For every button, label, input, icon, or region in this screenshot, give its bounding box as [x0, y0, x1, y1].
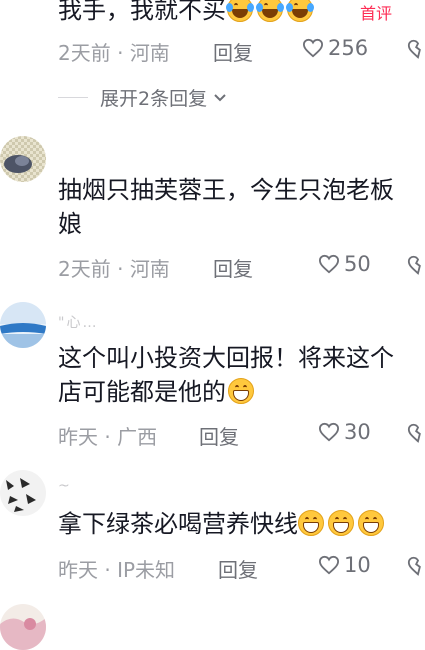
heart-icon [318, 254, 340, 274]
heart-icon [302, 38, 324, 58]
comment-location: 河南 [129, 257, 170, 281]
heart-icon [318, 422, 340, 442]
avatar[interactable] [0, 136, 46, 182]
comment-time: 2天前 [58, 257, 111, 281]
comment-text-line2: 店可能都是他的 [58, 374, 254, 410]
reply-button[interactable]: 回复 [213, 37, 253, 66]
reply-button[interactable]: 回复 [199, 421, 239, 450]
comment-location: 广西 [117, 425, 158, 449]
username[interactable]: "心… [58, 312, 98, 332]
grin-emoji [328, 510, 354, 536]
comment-meta: 昨天 · 广西 [58, 421, 157, 450]
first-comment-badge: 首评 [360, 4, 393, 23]
grin-emoji [298, 510, 324, 536]
comment-location: 河南 [129, 41, 170, 65]
dislike-icon[interactable] [407, 422, 425, 444]
like-count: 30 [344, 420, 371, 444]
laugh-cry-emoji [286, 0, 314, 22]
laugh-cry-emoji [226, 0, 254, 22]
reply-button[interactable]: 回复 [213, 253, 253, 282]
comment-time: 昨天 [58, 558, 98, 582]
grin-emoji [358, 510, 384, 536]
divider [58, 97, 88, 98]
comment-text-line1: 这个叫小投资大回报！将来这个 [58, 344, 394, 372]
expand-replies-label: 展开2条回复 [100, 88, 208, 110]
username[interactable]: ~ [58, 478, 72, 494]
chevron-down-icon [214, 93, 226, 101]
avatar-image [0, 470, 46, 516]
avatar[interactable] [0, 302, 46, 348]
comment-location: IP未知 [117, 558, 176, 582]
separator: · [104, 425, 111, 449]
comment-time: 2天前 [58, 41, 111, 65]
dislike-icon[interactable] [407, 254, 425, 276]
comment-meta: 昨天 · IP未知 [58, 554, 175, 583]
avatar-image [0, 604, 46, 650]
separator: · [117, 41, 124, 65]
avatar-image [0, 302, 46, 348]
comment-meta: 2天前 · 河南 [58, 37, 170, 66]
grin-emoji [228, 378, 254, 404]
separator: · [117, 257, 124, 281]
comment-text: 我手，我就不买 [58, 0, 314, 28]
reply-button[interactable]: 回复 [218, 554, 258, 583]
avatar-image [0, 136, 46, 182]
like-count: 10 [344, 553, 371, 577]
like-button[interactable]: 30 [318, 420, 371, 444]
like-count: 50 [344, 252, 371, 276]
dislike-icon[interactable] [407, 555, 425, 577]
expand-replies-button[interactable]: 展开2条回复 [58, 84, 227, 111]
comment-text: 拿下绿茶必喝营养快线 [58, 506, 384, 542]
like-button[interactable]: 50 [318, 252, 371, 276]
like-button[interactable]: 10 [318, 553, 371, 577]
comment-time: 昨天 [58, 425, 98, 449]
dislike-icon[interactable] [407, 38, 425, 60]
comment-meta: 2天前 · 河南 [58, 253, 170, 282]
heart-icon [318, 555, 340, 575]
avatar[interactable] [0, 604, 46, 650]
avatar[interactable] [0, 470, 46, 516]
comment-text-line1: 抽烟只抽芙蓉王，今生只泡老板 [58, 176, 394, 204]
separator: · [104, 558, 111, 582]
like-count: 256 [328, 36, 369, 60]
comment-text-line2: 娘 [58, 210, 82, 238]
laugh-cry-emoji [256, 0, 284, 22]
like-button[interactable]: 256 [302, 36, 368, 60]
